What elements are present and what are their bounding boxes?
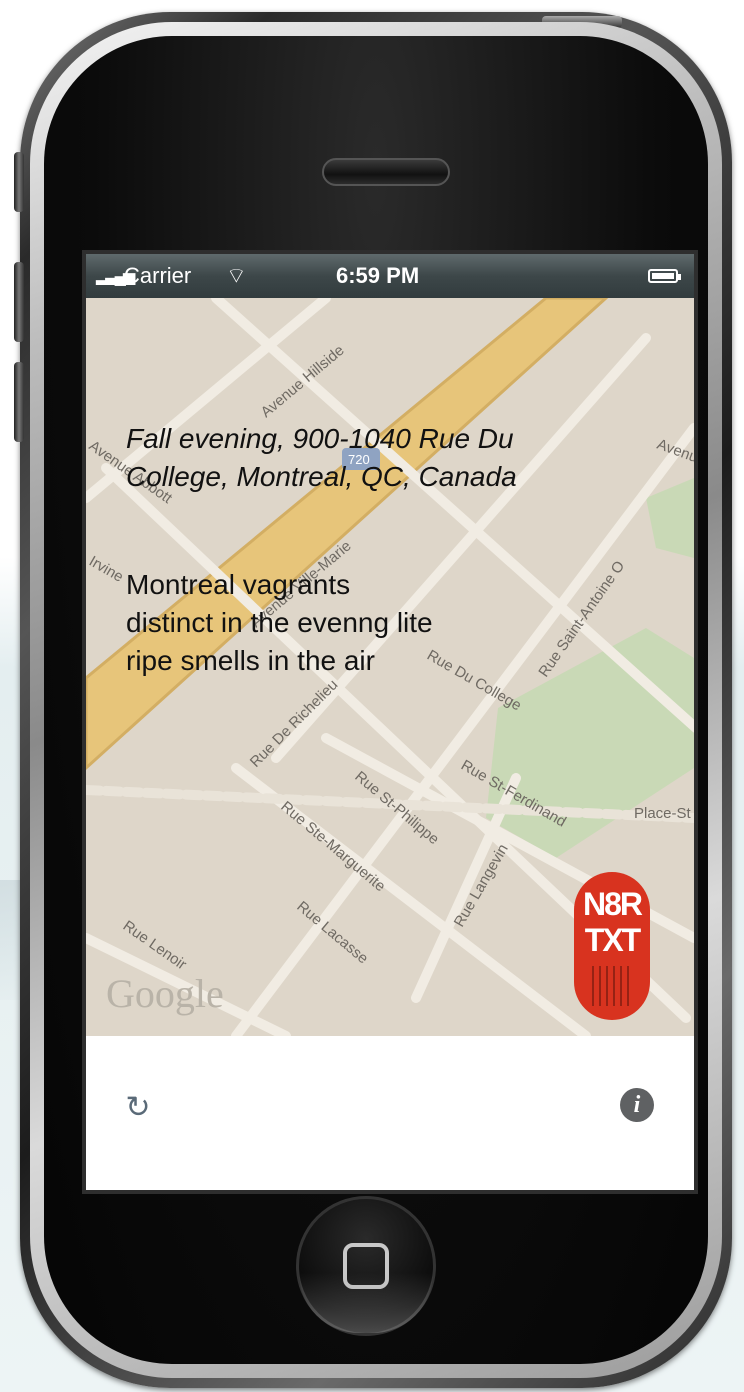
map-view[interactable]: Avenue Hillside Avenue Ville-Marie Avenu… [86,298,694,1036]
stamp-text: N8R [582,886,643,922]
street-label: Place-St [634,805,692,822]
stamp-text: TXT [584,922,641,958]
poem-verse-line: distinct in the evenng lite [126,607,433,638]
phone-screen: ▂▃▄▅ Carrier ⌔ 6:59 PM Avenue Hillside A… [82,250,698,1194]
battery-icon [648,269,681,283]
street-label: Rue De Richelieu [247,676,342,771]
n8r-txt-stamp-logo[interactable]: N8R TXT [574,872,650,1020]
poem-location-line: College, Montreal, QC, Canada [126,461,517,492]
info-icon[interactable]: i [620,1088,654,1122]
status-bar: ▂▃▄▅ Carrier ⌔ 6:59 PM [86,254,694,298]
iphone-frame: ▂▃▄▅ Carrier ⌔ 6:59 PM Avenue Hillside A… [14,12,732,1388]
mute-switch [14,152,24,212]
poem-location: Fall evening, 900-1040 Rue Du College, M… [126,420,666,496]
earpiece-speaker [322,158,450,186]
home-button[interactable] [296,1196,436,1336]
refresh-icon[interactable]: ↻ [120,1090,156,1126]
poem-verse-line: ripe smells in the air [126,645,375,676]
status-time: 6:59 PM [336,263,420,288]
google-logo: Google [106,971,224,1016]
poem-location-line: Fall evening, 900-1040 Rue Du [126,423,514,454]
volume-down-button [14,362,24,442]
stamp-seal-marks [592,966,632,1006]
poem-verse-line: Montreal vagrants [126,569,351,600]
volume-up-button [14,262,24,342]
wifi-icon: ⌔ [226,263,247,288]
bottom-toolbar: ↻ i [86,1036,694,1190]
poem-verse: Montreal vagrants distinct in the evenng… [126,566,546,680]
carrier-label: Carrier [124,263,192,288]
street-label: Rue Ste-Marguerite [277,798,388,895]
home-square-icon [343,1243,389,1289]
street-label: Irvine [86,553,126,586]
